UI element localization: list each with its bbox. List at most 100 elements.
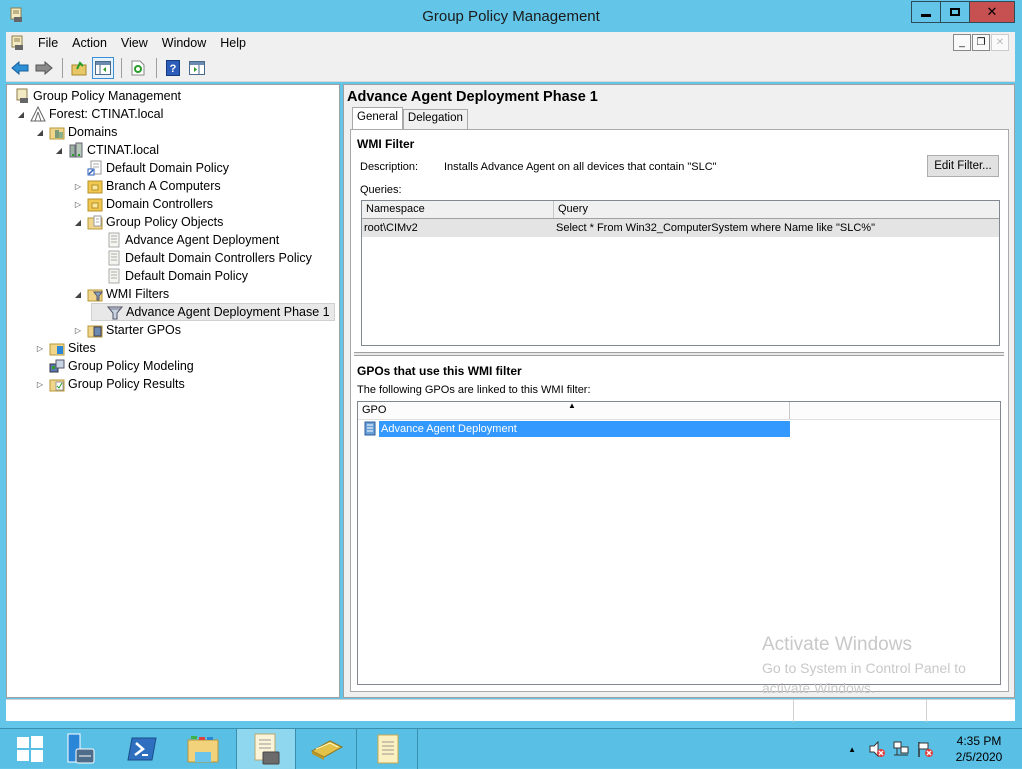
tree-node[interactable]: ▷ Sites bbox=[34, 339, 96, 357]
tree-node-label: Default Domain Controllers Policy bbox=[125, 251, 312, 265]
tree-node-label: Starter GPOs bbox=[106, 323, 182, 337]
query-namespace-cell: root\CIMv2 bbox=[364, 222, 418, 234]
expanded-triangle-icon[interactable]: ◢ bbox=[72, 218, 84, 227]
mdi-restore-button[interactable]: ❐ bbox=[972, 34, 990, 51]
show-hidden-icons-button[interactable]: ▲ bbox=[848, 745, 856, 754]
action-center-flag-icon[interactable] bbox=[916, 740, 934, 758]
expanded-triangle-icon[interactable]: ◢ bbox=[34, 128, 46, 137]
expanded-triangle-icon[interactable]: ◢ bbox=[53, 146, 65, 155]
taskbar-group-policy-editor[interactable] bbox=[297, 729, 357, 769]
tree-node[interactable]: ◢ WMI Filters bbox=[72, 285, 169, 303]
powershell-icon bbox=[127, 737, 157, 761]
gpo-icon bbox=[108, 250, 120, 266]
details-title: Advance Agent Deployment Phase 1 bbox=[347, 89, 598, 105]
tree-node[interactable]: ◢ CTINAT.local bbox=[53, 141, 159, 159]
tree-node[interactable]: ◢ Forest: CTINAT.local bbox=[15, 105, 163, 123]
tab-delegation[interactable]: Delegation bbox=[402, 109, 468, 129]
tree-node[interactable]: ◢ Group Policy Objects bbox=[72, 213, 223, 231]
gp-editor-icon bbox=[310, 740, 343, 760]
edit-filter-button[interactable]: Edit Filter... bbox=[927, 155, 999, 177]
menu-window[interactable]: Window bbox=[155, 36, 213, 50]
column-header-gpo[interactable]: GPO ▲ bbox=[358, 402, 790, 419]
console-tree-icon bbox=[95, 60, 111, 75]
windows-logo-icon bbox=[17, 736, 43, 762]
tree-node-label: Sites bbox=[68, 341, 96, 355]
column-header-query[interactable]: Query bbox=[554, 201, 999, 218]
menu-action[interactable]: Action bbox=[65, 36, 114, 50]
network-icon[interactable] bbox=[892, 740, 910, 758]
help-button[interactable]: ? bbox=[162, 57, 184, 79]
up-one-level-button[interactable] bbox=[68, 57, 90, 79]
tree-node-label: Domain Controllers bbox=[106, 197, 213, 211]
show-hide-action-pane-button[interactable] bbox=[186, 57, 208, 79]
clock-time: 4:35 PM bbox=[956, 734, 1002, 748]
up-folder-icon bbox=[71, 60, 87, 75]
gpm-console-icon bbox=[16, 88, 28, 103]
menu-help[interactable]: Help bbox=[213, 36, 253, 50]
tree-node[interactable]: ▷ Branch A Computers bbox=[72, 177, 221, 195]
console-tree[interactable]: Group Policy Management ◢ Forest: CTINAT.l… bbox=[6, 84, 340, 698]
forward-button[interactable] bbox=[33, 57, 55, 79]
collapsed-triangle-icon[interactable]: ▷ bbox=[72, 182, 84, 191]
clock[interactable]: 4:35 PM 2/5/2020 bbox=[944, 733, 1014, 765]
tree-node[interactable]: Group Policy Modeling bbox=[34, 357, 194, 375]
tree-node[interactable]: Default Domain Policy bbox=[72, 159, 229, 177]
expanded-triangle-icon[interactable]: ◢ bbox=[15, 110, 27, 119]
tree-node[interactable]: ◢ Domains bbox=[34, 123, 117, 141]
minimize-button[interactable] bbox=[912, 2, 941, 22]
toolbar: ? bbox=[6, 54, 1015, 82]
menu-file[interactable]: File bbox=[31, 36, 65, 50]
queries-list[interactable]: Namespace Query root\CIMv2 Select * From… bbox=[361, 200, 1000, 346]
taskbar-group-policy-management[interactable] bbox=[236, 729, 296, 769]
pane-splitter[interactable] bbox=[354, 352, 1004, 356]
taskbar-gpo-document[interactable] bbox=[358, 729, 418, 769]
tree-node[interactable]: Group Policy Management bbox=[11, 87, 181, 105]
expanded-triangle-icon[interactable]: ◢ bbox=[72, 290, 84, 299]
tab-general[interactable]: General bbox=[352, 107, 403, 129]
modeling-icon bbox=[49, 359, 65, 373]
taskbar-powershell[interactable] bbox=[112, 729, 172, 769]
volume-muted-icon[interactable] bbox=[868, 740, 886, 758]
query-row[interactable]: root\CIMv2 Select * From Win32_ComputerS… bbox=[362, 219, 999, 237]
tree-node[interactable]: Advance Agent Deployment bbox=[91, 231, 279, 249]
collapsed-triangle-icon[interactable]: ▷ bbox=[34, 344, 46, 353]
linked-gpo-row[interactable]: Advance Agent Deployment bbox=[358, 420, 790, 438]
tree-node[interactable]: ▷ Starter GPOs bbox=[72, 321, 181, 339]
tree-node[interactable]: ▷ Domain Controllers bbox=[72, 195, 213, 213]
tree-node[interactable]: Advance Agent Deployment Phase 1 bbox=[91, 303, 335, 321]
status-bar-divider bbox=[926, 700, 927, 722]
tree-node[interactable]: Default Domain Controllers Policy bbox=[91, 249, 312, 267]
forest-icon bbox=[30, 106, 46, 122]
refresh-button[interactable] bbox=[127, 57, 149, 79]
menu-view[interactable]: View bbox=[114, 36, 155, 50]
taskbar-server-manager[interactable] bbox=[50, 729, 110, 769]
gpo-icon bbox=[108, 232, 120, 248]
mdi-minimize-button[interactable]: _ bbox=[953, 34, 971, 51]
collapsed-triangle-icon[interactable]: ▷ bbox=[72, 326, 84, 335]
collapsed-triangle-icon[interactable]: ▷ bbox=[72, 200, 84, 209]
mmc-system-menu-icon[interactable] bbox=[9, 35, 25, 51]
tab-strip: General Delegation bbox=[352, 107, 468, 129]
collapsed-triangle-icon[interactable]: ▷ bbox=[34, 380, 46, 389]
domains-folder-icon bbox=[49, 127, 65, 140]
gpo-icon bbox=[108, 268, 120, 284]
system-tray: ▲ 4:35 PM 2/5/2020 bbox=[848, 729, 1022, 769]
column-header-namespace[interactable]: Namespace bbox=[362, 201, 554, 218]
tree-node[interactable]: Default Domain Policy bbox=[91, 267, 248, 285]
back-button[interactable] bbox=[9, 57, 31, 79]
linked-gpo-name: Advance Agent Deployment bbox=[379, 421, 790, 437]
show-hide-console-tree-button[interactable] bbox=[92, 56, 114, 79]
tree-node[interactable]: ▷ Group Policy Results bbox=[34, 375, 185, 393]
wmi-filter-icon bbox=[107, 306, 123, 320]
close-button[interactable]: ✕ bbox=[970, 2, 1014, 22]
ou-folder-icon bbox=[87, 198, 103, 212]
svg-text:?: ? bbox=[170, 63, 177, 75]
maximize-button[interactable] bbox=[941, 2, 970, 22]
description-value: Installs Advance Agent on all devices th… bbox=[444, 161, 717, 173]
taskbar-file-explorer[interactable] bbox=[173, 729, 233, 769]
mdi-close-button[interactable]: ✕ bbox=[991, 34, 1009, 51]
toolbar-separator bbox=[156, 57, 157, 78]
back-arrow-icon bbox=[11, 60, 29, 75]
status-bar bbox=[6, 699, 1015, 722]
status-bar-divider bbox=[793, 700, 794, 722]
